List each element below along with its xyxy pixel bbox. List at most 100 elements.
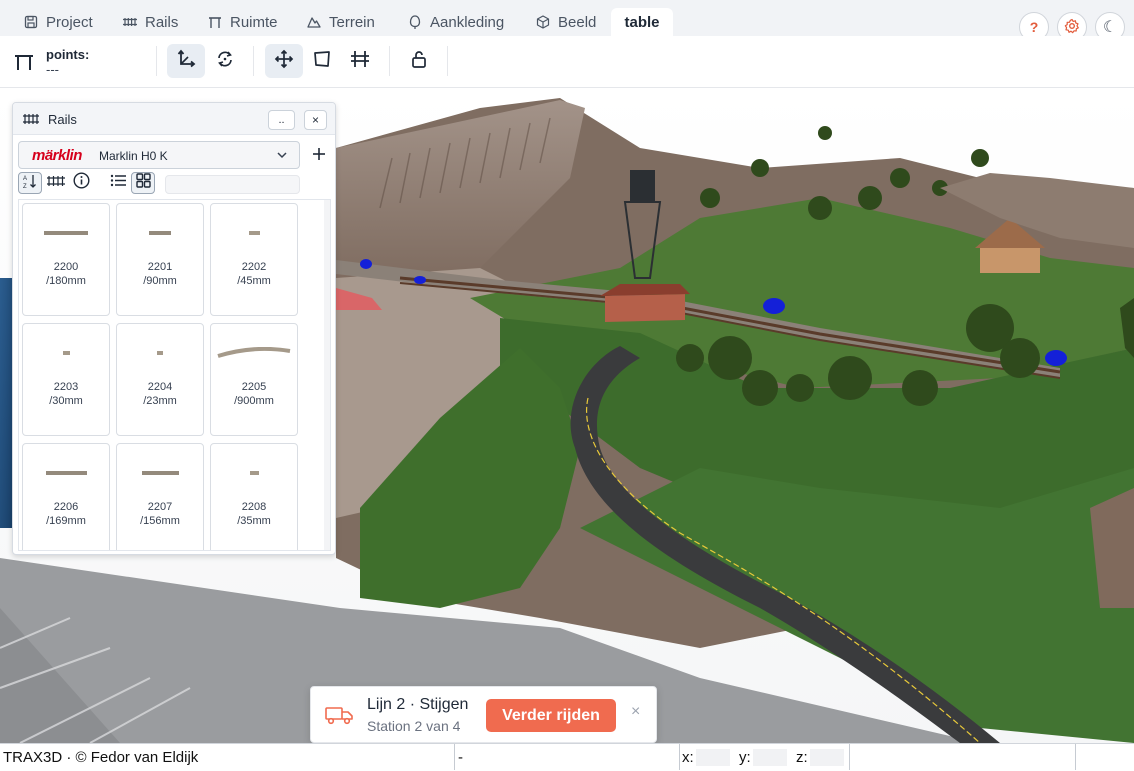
axis-tool-button[interactable] (167, 44, 205, 78)
tab-rails-label: Rails (145, 13, 179, 31)
app: Project Rails Ruimte Terrein Aankleding (0, 0, 1134, 771)
rails-panel-header: Rails .. × (13, 103, 335, 135)
rail-card-2206[interactable]: 2206 /169mm (22, 443, 110, 550)
list-view-button[interactable] (106, 172, 130, 194)
notification-title: Lijn 2 · Stijgen (367, 696, 469, 713)
rail-number: 2204 (147, 381, 173, 393)
tab-project-label: Project (46, 13, 93, 31)
rail-number: 2208 (241, 501, 267, 513)
rail-thumbnail (211, 342, 297, 364)
svg-text:Z: Z (23, 184, 27, 189)
plus-icon (312, 144, 326, 167)
rails-panel: Rails .. × märklin Marklin H0 K AZ 2200 … (12, 102, 336, 555)
panel-close-button[interactable]: × (304, 110, 327, 130)
truck-icon (325, 705, 353, 730)
tab-beeld-label: Beeld (558, 13, 597, 31)
toolbar-divider (447, 46, 448, 76)
list-icon (110, 173, 127, 193)
rail-length: /169mm (46, 515, 86, 527)
toolbar: points: --- (0, 36, 1134, 88)
panel-more-button[interactable]: .. (268, 110, 295, 130)
close-icon: × (311, 113, 319, 127)
status-bar: TRAX3D · © Fedor van Eldijk - x: y: z: (0, 743, 1134, 771)
tab-table[interactable]: table (611, 8, 673, 36)
route-notification: Lijn 2 · Stijgen Station 2 van 4 Verder … (310, 686, 657, 743)
x-label: x: (682, 748, 694, 766)
unlock-icon (409, 49, 429, 74)
tab-terrein[interactable]: Terrein (295, 8, 387, 36)
info-button[interactable] (69, 172, 93, 194)
tab-aankleding[interactable]: Aankleding (396, 8, 516, 36)
rails-search-input[interactable] (165, 175, 300, 194)
rail-number: 2203 (53, 381, 79, 393)
moon-icon: ☾ (1102, 19, 1118, 36)
bridge-tool-button[interactable] (341, 44, 379, 78)
axis-icon (176, 49, 196, 74)
save-icon (24, 15, 38, 29)
rail-number: 2201 (147, 261, 173, 273)
toolbar-divider (389, 46, 390, 76)
tab-ruimte[interactable]: Ruimte (196, 8, 290, 36)
rail-thumbnail (211, 222, 297, 244)
rotate-icon (215, 49, 235, 74)
status-divider (454, 744, 455, 770)
tab-project[interactable]: Project (12, 8, 105, 36)
brand-select[interactable]: märklin Marklin H0 K (18, 141, 300, 169)
rail-card-2203[interactable]: 2203 /30mm (22, 323, 110, 436)
add-rail-set-button[interactable] (309, 141, 329, 169)
shape-icon (312, 49, 332, 74)
rails-icon (23, 112, 39, 131)
status-text: - (458, 748, 463, 766)
points-value: --- (46, 62, 59, 77)
rail-number: 2200 (53, 261, 79, 273)
rails-filter-button[interactable] (44, 172, 68, 194)
rail-card-2208[interactable]: 2208 /35mm (210, 443, 298, 550)
rail-number: 2206 (53, 501, 79, 513)
rail-card-2207[interactable]: 2207 /156mm (116, 443, 204, 550)
notification-close-button[interactable]: × (631, 703, 640, 721)
rail-card-2200[interactable]: 2200 /180mm (22, 203, 110, 316)
continue-driving-label: Verder rijden (502, 706, 600, 724)
rails-grid: 2200 /180mm 2201 /90mm 2202 /45mm 2203 /… (18, 199, 331, 551)
mountain-icon (307, 15, 321, 29)
toolbar-divider (156, 46, 157, 76)
y-label: y: (739, 748, 751, 766)
rail-length: /45mm (237, 275, 271, 287)
gear-icon (1064, 18, 1080, 37)
grid-view-button[interactable] (131, 172, 155, 194)
rail-thumbnail (23, 462, 109, 484)
points-label: points: (46, 47, 90, 62)
rail-thumbnail (23, 222, 109, 244)
rail-number: 2202 (241, 261, 267, 273)
rail-card-2205[interactable]: 2205 /900mm (210, 323, 298, 436)
tab-table-label: table (624, 13, 660, 31)
tab-rails[interactable]: Rails (111, 8, 190, 36)
rail-thumbnail (117, 222, 203, 244)
z-label: z: (796, 748, 808, 766)
rails-icon (123, 15, 137, 29)
rail-length: /30mm (49, 395, 83, 407)
x-value-box (695, 748, 730, 766)
info-icon (72, 172, 90, 194)
tab-bar: Project Rails Ruimte Terrein Aankleding (0, 0, 1134, 42)
status-divider (849, 744, 850, 770)
table-icon (208, 15, 222, 29)
chevron-down-icon (275, 148, 289, 167)
svg-text:A: A (23, 176, 27, 182)
rails-grid-scrollbar[interactable] (324, 200, 330, 550)
rail-card-2204[interactable]: 2204 /23mm (116, 323, 204, 436)
tab-beeld[interactable]: Beeld (524, 8, 608, 36)
rail-card-2202[interactable]: 2202 /45mm (210, 203, 298, 316)
rotate-tool-button[interactable] (206, 44, 244, 78)
rail-card-2201[interactable]: 2201 /90mm (116, 203, 204, 316)
shape-tool-button[interactable] (303, 44, 341, 78)
lock-button[interactable] (400, 44, 438, 78)
move-tool-button[interactable] (265, 44, 303, 78)
credit-text: TRAX3D · © Fedor van Eldijk (3, 748, 199, 766)
sort-button[interactable]: AZ (18, 172, 42, 194)
z-coordinate: z: (796, 744, 844, 770)
continue-driving-button[interactable]: Verder rijden (486, 699, 616, 732)
move-icon (274, 49, 294, 74)
marklin-logo: märklin (32, 147, 82, 164)
y-coordinate: y: (739, 744, 787, 770)
